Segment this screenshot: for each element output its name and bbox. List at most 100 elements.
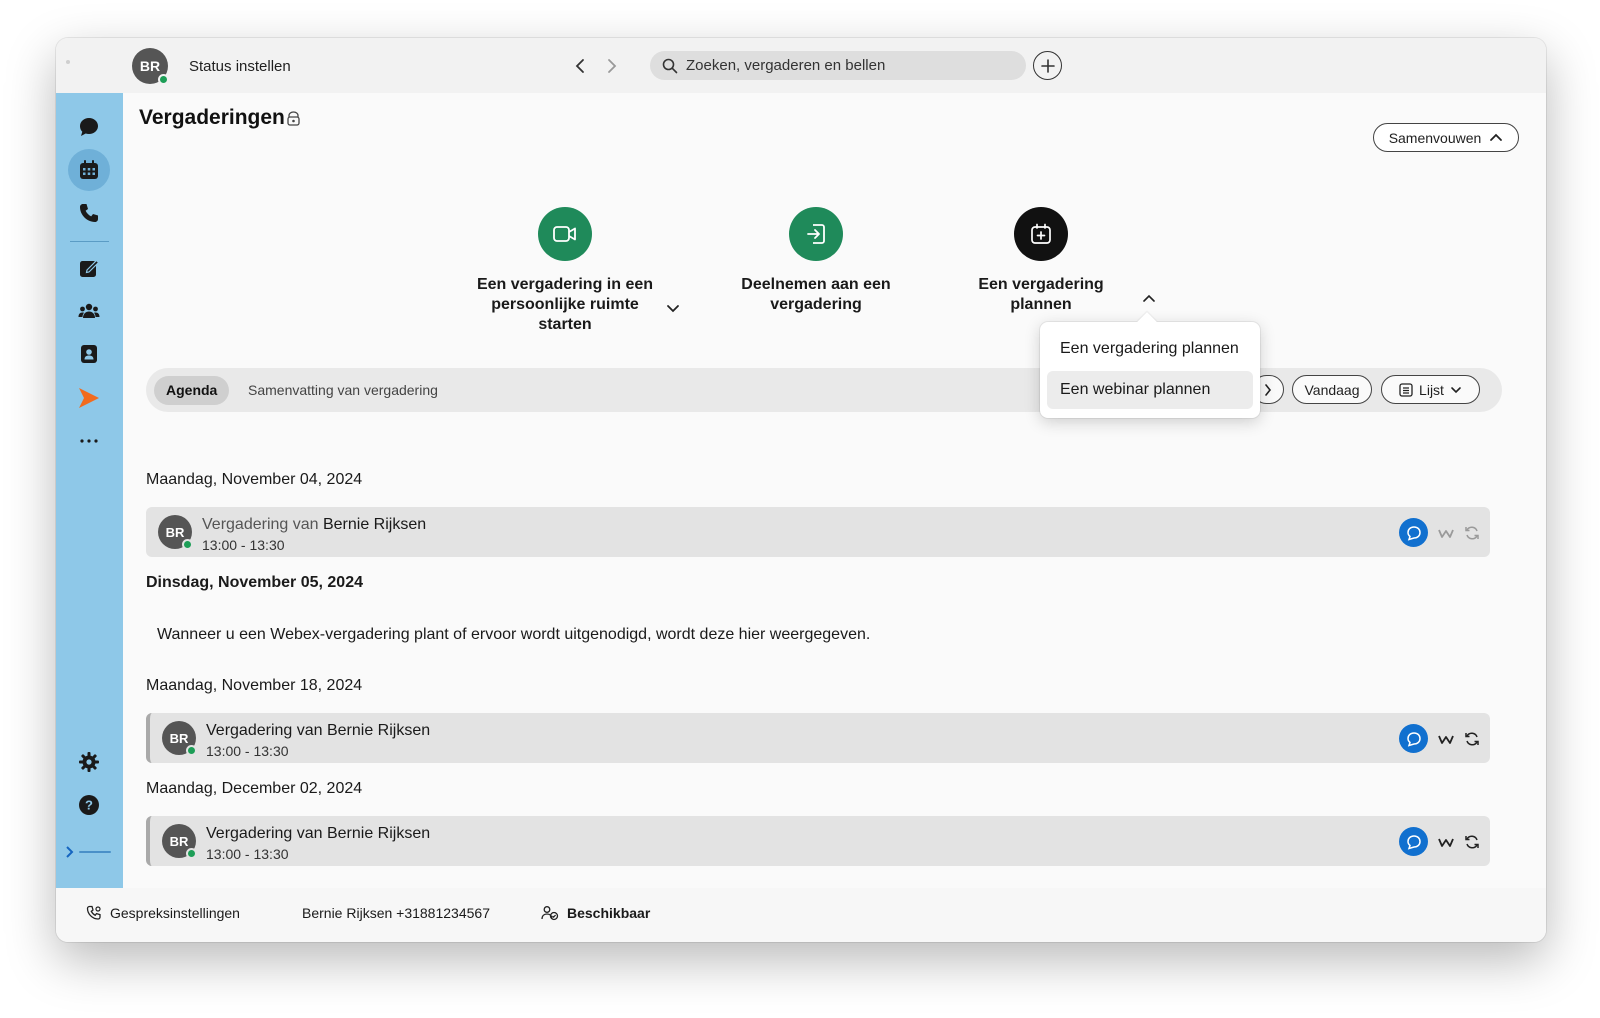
chevron-down-icon bbox=[1451, 386, 1461, 393]
app-arrow-icon bbox=[79, 388, 99, 408]
meeting-title: Vergadering van Bernie Rijksen bbox=[206, 825, 431, 842]
search-placeholder: Zoeken, vergaderen en bellen bbox=[686, 57, 886, 74]
sidebar-item-teams[interactable] bbox=[68, 290, 110, 332]
meeting-row[interactable]: BR Vergadering van Bernie Rijksen 13:00 … bbox=[146, 713, 1490, 763]
avatar-initials: BR bbox=[169, 730, 189, 746]
presence-indicator bbox=[186, 745, 197, 756]
schedule-meeting-action[interactable]: Een vergadering plannen bbox=[941, 207, 1141, 315]
sidebar-item-more[interactable] bbox=[68, 420, 110, 462]
tab-agenda[interactable]: Agenda bbox=[154, 376, 230, 405]
more-icon bbox=[80, 439, 98, 443]
today-label: Vandaag bbox=[1304, 381, 1360, 398]
meeting-title: Vergadering van Bernie Rijksen bbox=[206, 722, 431, 739]
empty-day-note: Wanneer u een Webex-vergadering plant of… bbox=[157, 626, 871, 643]
chevron-right-icon bbox=[1265, 383, 1272, 396]
host-avatar: BR bbox=[158, 515, 193, 550]
forward-button[interactable] bbox=[600, 54, 624, 78]
video-camera-icon bbox=[553, 226, 576, 242]
date-heading: Maandag, November 04, 2024 bbox=[146, 471, 363, 488]
webex-logo-icon[interactable] bbox=[1438, 837, 1454, 847]
webex-logo-icon[interactable] bbox=[1438, 528, 1454, 538]
meeting-chat-button[interactable] bbox=[1399, 724, 1428, 753]
meeting-chat-button[interactable] bbox=[1399, 518, 1428, 547]
schedule-meeting-label: Een vergadering plannen bbox=[978, 276, 1104, 313]
meeting-actions bbox=[1399, 724, 1480, 753]
status-label[interactable]: Status instellen bbox=[189, 58, 291, 75]
whiteboard-icon bbox=[80, 259, 100, 277]
sidebar-item-settings[interactable] bbox=[68, 741, 110, 783]
join-door-icon bbox=[807, 224, 825, 244]
date-heading: Maandag, December 02, 2024 bbox=[146, 780, 363, 797]
avatar-initials: BR bbox=[165, 524, 185, 540]
collapse-button[interactable]: Samenvouwen bbox=[1373, 123, 1519, 152]
avatar-initials: BR bbox=[139, 58, 161, 74]
sidebar-item-contacts[interactable] bbox=[68, 333, 110, 375]
availability-icon bbox=[541, 906, 559, 921]
meeting-actions bbox=[1399, 518, 1480, 547]
meeting-time: 13:00 - 13:30 bbox=[202, 537, 285, 553]
date-heading: Maandag, November 18, 2024 bbox=[146, 677, 363, 694]
user-number: Bernie Rijksen +31881234567 bbox=[302, 905, 490, 921]
call-settings-label: Gespreksinstellingen bbox=[110, 905, 240, 921]
sidebar-item-app[interactable] bbox=[68, 377, 110, 419]
sidebar-item-help[interactable]: ? bbox=[68, 784, 110, 826]
host-avatar: BR bbox=[162, 721, 197, 756]
start-meeting-label: Een vergadering in een persoonlijke ruim… bbox=[476, 276, 654, 333]
chat-bubble-icon bbox=[1406, 834, 1421, 850]
webex-logo-icon[interactable] bbox=[1438, 734, 1454, 744]
new-action-button[interactable] bbox=[1033, 51, 1062, 80]
avatar-initials: BR bbox=[169, 833, 189, 849]
start-meeting-button[interactable] bbox=[538, 207, 592, 261]
today-button[interactable]: Vandaag bbox=[1292, 375, 1372, 404]
phone-icon bbox=[80, 204, 98, 222]
join-meeting-action[interactable]: Deelnemen aan een vergadering bbox=[716, 207, 916, 315]
menu-item-schedule-meeting[interactable]: Een vergadering plannen bbox=[1047, 330, 1253, 368]
meeting-chat-button[interactable] bbox=[1399, 827, 1428, 856]
contacts-icon bbox=[81, 345, 97, 363]
sidebar-item-calling[interactable] bbox=[68, 192, 110, 234]
back-button[interactable] bbox=[568, 54, 592, 78]
view-select[interactable]: Lijst bbox=[1381, 375, 1480, 404]
join-meeting-button[interactable] bbox=[789, 207, 843, 261]
menu-item-schedule-webinar[interactable]: Een webinar plannen bbox=[1047, 371, 1253, 409]
availability-button[interactable]: Beschikbaar bbox=[541, 905, 650, 921]
recurring-icon bbox=[1465, 834, 1479, 849]
collapse-label: Samenvouwen bbox=[1388, 129, 1482, 146]
meeting-row[interactable]: BR Vergadering van Bernie Rijksen 13:00 … bbox=[146, 507, 1490, 557]
sidebar-divider bbox=[70, 241, 109, 242]
phone-settings-icon bbox=[86, 905, 101, 920]
schedule-meeting-button[interactable] bbox=[1014, 207, 1068, 261]
help-icon: ? bbox=[79, 795, 99, 815]
search-input[interactable]: Zoeken, vergaderen en bellen bbox=[650, 51, 1026, 80]
plus-icon bbox=[1040, 58, 1055, 73]
user-avatar[interactable]: BR bbox=[132, 48, 169, 85]
app-window: BR Status instellen Zoeken, vergaderen e… bbox=[56, 38, 1546, 942]
sidebar-item-messaging[interactable] bbox=[68, 106, 110, 148]
tab-meeting-summary[interactable]: Samenvatting van vergadering bbox=[236, 376, 450, 405]
meeting-row[interactable]: BR Vergadering van Bernie Rijksen 13:00 … bbox=[146, 816, 1490, 866]
view-label: Lijst bbox=[1419, 381, 1444, 398]
chevron-down-icon bbox=[667, 305, 679, 313]
join-meeting-label: Deelnemen aan een vergadering bbox=[741, 276, 891, 313]
meeting-title: Vergadering van Bernie Rijksen bbox=[202, 516, 426, 534]
chevron-up-icon bbox=[1143, 294, 1155, 302]
start-personal-room-action[interactable]: Een vergadering in een persoonlijke ruim… bbox=[465, 207, 665, 335]
chevron-left-icon bbox=[575, 59, 584, 73]
schedule-options-chevron[interactable] bbox=[1142, 290, 1156, 308]
start-options-chevron[interactable] bbox=[666, 300, 680, 318]
presence-indicator bbox=[182, 539, 193, 550]
sidebar-item-meetings[interactable] bbox=[68, 149, 110, 191]
list-icon bbox=[1399, 382, 1413, 397]
calendar-icon bbox=[80, 160, 98, 179]
presence-indicator bbox=[186, 848, 197, 859]
meeting-host: Bernie Rijksen bbox=[322, 516, 427, 533]
title-bar: BR Status instellen Zoeken, vergaderen e… bbox=[56, 38, 1546, 93]
meeting-time: 13:00 - 13:30 bbox=[206, 846, 289, 862]
privacy-icon[interactable] bbox=[286, 111, 301, 131]
search-icon bbox=[662, 58, 678, 73]
host-avatar: BR bbox=[162, 824, 197, 859]
meeting-actions bbox=[1399, 827, 1480, 856]
meeting-time: 13:00 - 13:30 bbox=[206, 743, 289, 759]
sidebar-item-whiteboard[interactable] bbox=[68, 247, 110, 289]
call-settings-button[interactable]: Gespreksinstellingen bbox=[86, 905, 240, 921]
